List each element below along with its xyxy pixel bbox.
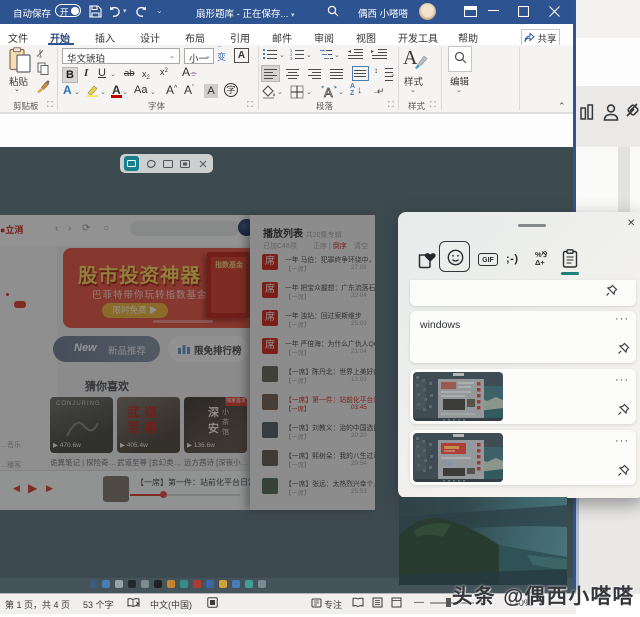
svg-text:A: A — [324, 85, 333, 100]
